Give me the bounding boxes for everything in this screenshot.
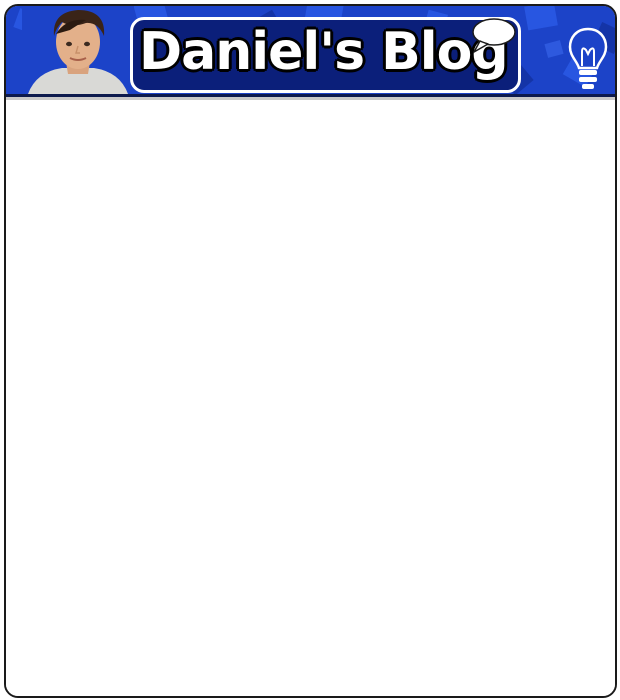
lightbulb-icon bbox=[568, 27, 608, 89]
speech-bubble-icon bbox=[472, 18, 516, 53]
blog-title[interactable]: Daniel's Blog bbox=[130, 17, 521, 93]
blog-frame: Daniel's Blog bbox=[4, 4, 617, 698]
avatar bbox=[22, 6, 134, 94]
header-banner: Daniel's Blog bbox=[6, 6, 615, 97]
blog-content-area bbox=[6, 100, 615, 696]
